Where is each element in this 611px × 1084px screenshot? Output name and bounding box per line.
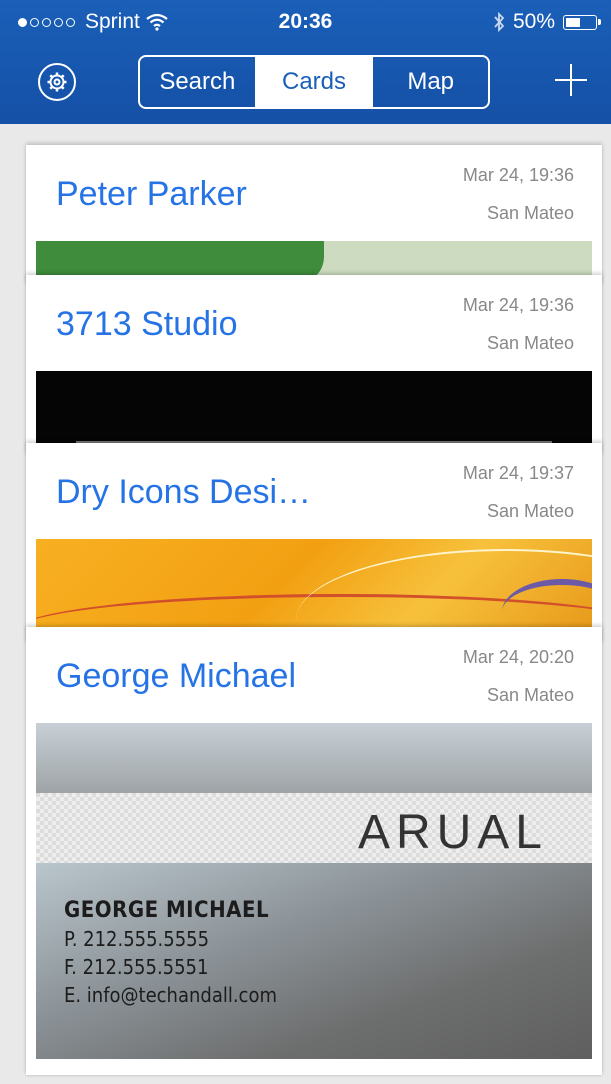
gear-icon [47,72,67,92]
card-item[interactable]: 3713 Studio Mar 24, 19:36 San Mateo [26,275,602,455]
card-name: Dry Icons Desi… [56,473,312,511]
battery-icon [563,14,601,30]
segment-cards[interactable]: Cards [254,57,372,107]
card-item[interactable]: Dry Icons Desi… Mar 24, 19:37 San Mateo [26,443,602,643]
top-bar: Sprint 20:36 50% Search Cards Map [0,0,611,124]
battery-fill [566,17,580,27]
business-card-email: E. info@techandall.com [64,983,277,1007]
view-segmented-control: Search Cards Map [138,55,490,109]
segment-map[interactable]: Map [371,57,488,107]
business-card-image: ARUAL GEORGE MICHAEL P. 212.555.5555 F. … [36,723,592,1059]
card-location: San Mateo [486,501,574,521]
bluetooth-icon [494,12,505,32]
card-location: San Mateo [486,333,574,353]
business-card-logo: ARUAL [357,806,548,859]
card-item[interactable]: Peter Parker Mar 24, 19:36 San Mateo [26,145,602,285]
business-card-phone: P. 212.555.5555 [64,927,210,951]
cards-list: Peter Parker Mar 24, 19:36 San Mateo 371… [0,124,611,1084]
business-card-details: GEORGE MICHAEL P. 212.555.5555 F. 212.55… [64,898,277,1007]
card-name: Peter Parker [56,175,247,213]
segment-search[interactable]: Search [140,57,255,107]
add-card-button[interactable] [551,58,591,102]
card-date: Mar 24, 19:37 [462,463,574,483]
settings-button[interactable] [38,63,76,101]
card-name: 3713 Studio [56,305,238,343]
card-item[interactable]: George Michael Mar 24, 20:20 San Mateo A… [26,627,602,1075]
card-thumbnail [36,371,592,451]
card-thumbnail [36,539,592,631]
status-bar: Sprint 20:36 50% [0,0,611,44]
card-date: Mar 24, 20:20 [462,647,574,667]
business-card-fax: F. 212.555.5551 [64,955,209,979]
card-thumbnail-graphic [36,723,592,793]
battery-percent: 50% [512,10,555,33]
status-right-group: 50% [493,10,601,34]
card-location: San Mateo [486,685,574,705]
card-date: Mar 24, 19:36 [462,295,574,315]
card-date: Mar 24, 19:36 [462,165,574,185]
business-card-name: GEORGE MICHAEL [64,898,270,923]
card-name: George Michael [56,657,297,695]
card-location: San Mateo [486,203,574,223]
